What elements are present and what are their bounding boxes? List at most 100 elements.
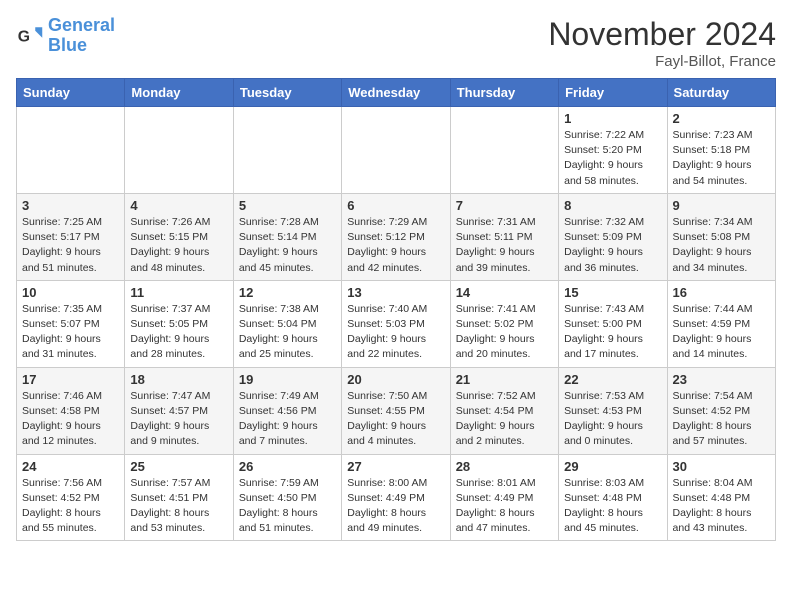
day-number: 23 [673, 372, 770, 387]
day-number: 16 [673, 285, 770, 300]
day-number: 13 [347, 285, 444, 300]
calendar-cell: 7Sunrise: 7:31 AM Sunset: 5:11 PM Daylig… [450, 193, 558, 280]
logo-icon: G [16, 22, 44, 50]
day-info: Sunrise: 7:57 AM Sunset: 4:51 PM Dayligh… [130, 476, 227, 537]
day-info: Sunrise: 7:38 AM Sunset: 5:04 PM Dayligh… [239, 302, 336, 363]
day-info: Sunrise: 7:56 AM Sunset: 4:52 PM Dayligh… [22, 476, 119, 537]
day-info: Sunrise: 7:26 AM Sunset: 5:15 PM Dayligh… [130, 215, 227, 276]
calendar-cell: 3 Sunrise: 7:25 AM Sunset: 5:17 PM Daylig… [17, 193, 125, 280]
day-number: 28 [456, 459, 553, 474]
calendar-cell: 29 Sunrise: 8:03 AM Sunset: 4:48 PM Dayli… [559, 454, 667, 541]
col-header-friday: Friday [559, 79, 667, 107]
col-header-thursday: Thursday [450, 79, 558, 107]
day-number: 8 [564, 198, 661, 213]
logo: G GeneralBlue [16, 16, 115, 56]
day-info: Sunrise: 8:01 AM Sunset: 4:49 PM Dayligh… [456, 476, 553, 537]
day-info: Sunrise: 7:50 AM Sunset: 4:55 PM Dayligh… [347, 389, 444, 450]
calendar-cell: 2 Sunrise: 7:23 AM Sunset: 5:18 PM Daylig… [667, 107, 775, 194]
day-info: Sunrise: 8:03 AM Sunset: 4:48 PM Dayligh… [564, 476, 661, 537]
day-info: Sunrise: 7:43 AM Sunset: 5:00 PM Dayligh… [564, 302, 661, 363]
calendar-week-1: 1 Sunrise: 7:22 AM Sunset: 5:20 PM Daylig… [17, 107, 776, 194]
day-number: 18 [130, 372, 227, 387]
day-number: 2 [673, 111, 770, 126]
day-number: 19 [239, 372, 336, 387]
header: G GeneralBlue November 2024 Fayl-Billot,… [16, 16, 776, 70]
calendar-cell: 6 Sunrise: 7:29 AM Sunset: 5:12 PM Daylig… [342, 193, 450, 280]
calendar-cell: 20 Sunrise: 7:50 AM Sunset: 4:55 PM Dayli… [342, 367, 450, 454]
calendar-table: SundayMondayTuesdayWednesdayThursdayFrid… [16, 78, 776, 541]
calendar-cell: 5 Sunrise: 7:28 AM Sunset: 5:14 PM Daylig… [233, 193, 341, 280]
day-info: Sunrise: 7:59 AM Sunset: 4:50 PM Dayligh… [239, 476, 336, 537]
col-header-sunday: Sunday [17, 79, 125, 107]
day-number: 17 [22, 372, 119, 387]
calendar-cell: 24 Sunrise: 7:56 AM Sunset: 4:52 PM Dayli… [17, 454, 125, 541]
col-header-saturday: Saturday [667, 79, 775, 107]
day-number: 5 [239, 198, 336, 213]
day-info: Sunrise: 7:29 AM Sunset: 5:12 PM Dayligh… [347, 215, 444, 276]
day-info: Sunrise: 7:52 AM Sunset: 4:54 PM Dayligh… [456, 389, 553, 450]
calendar-cell: 1 Sunrise: 7:22 AM Sunset: 5:20 PM Daylig… [559, 107, 667, 194]
calendar-cell: 22Sunrise: 7:53 AM Sunset: 4:53 PM Dayli… [559, 367, 667, 454]
day-info: Sunrise: 7:28 AM Sunset: 5:14 PM Dayligh… [239, 215, 336, 276]
day-info: Sunrise: 7:22 AM Sunset: 5:20 PM Dayligh… [564, 128, 661, 189]
calendar-cell: 13 Sunrise: 7:40 AM Sunset: 5:03 PM Dayli… [342, 280, 450, 367]
calendar-week-3: 10Sunrise: 7:35 AM Sunset: 5:07 PM Dayli… [17, 280, 776, 367]
calendar-cell: 25 Sunrise: 7:57 AM Sunset: 4:51 PM Dayli… [125, 454, 233, 541]
day-info: Sunrise: 7:34 AM Sunset: 5:08 PM Dayligh… [673, 215, 770, 276]
calendar-cell: 19 Sunrise: 7:49 AM Sunset: 4:56 PM Dayli… [233, 367, 341, 454]
calendar-cell: 17 Sunrise: 7:46 AM Sunset: 4:58 PM Dayli… [17, 367, 125, 454]
day-number: 15 [564, 285, 661, 300]
day-info: Sunrise: 7:23 AM Sunset: 5:18 PM Dayligh… [673, 128, 770, 189]
calendar-cell: 21 Sunrise: 7:52 AM Sunset: 4:54 PM Dayli… [450, 367, 558, 454]
day-number: 11 [130, 285, 227, 300]
day-number: 24 [22, 459, 119, 474]
calendar-cell [450, 107, 558, 194]
day-number: 7 [456, 198, 553, 213]
day-number: 21 [456, 372, 553, 387]
svg-text:G: G [18, 28, 30, 45]
calendar-week-5: 24 Sunrise: 7:56 AM Sunset: 4:52 PM Dayli… [17, 454, 776, 541]
calendar-cell: 4 Sunrise: 7:26 AM Sunset: 5:15 PM Daylig… [125, 193, 233, 280]
day-info: Sunrise: 8:00 AM Sunset: 4:49 PM Dayligh… [347, 476, 444, 537]
day-number: 27 [347, 459, 444, 474]
day-info: Sunrise: 7:32 AM Sunset: 5:09 PM Dayligh… [564, 215, 661, 276]
day-info: Sunrise: 7:44 AM Sunset: 4:59 PM Dayligh… [673, 302, 770, 363]
day-number: 29 [564, 459, 661, 474]
calendar-cell: 15 Sunrise: 7:43 AM Sunset: 5:00 PM Dayli… [559, 280, 667, 367]
day-info: Sunrise: 7:46 AM Sunset: 4:58 PM Dayligh… [22, 389, 119, 450]
day-info: Sunrise: 7:47 AM Sunset: 4:57 PM Dayligh… [130, 389, 227, 450]
day-info: Sunrise: 7:49 AM Sunset: 4:56 PM Dayligh… [239, 389, 336, 450]
col-header-wednesday: Wednesday [342, 79, 450, 107]
day-number: 14 [456, 285, 553, 300]
calendar-header-row: SundayMondayTuesdayWednesdayThursdayFrid… [17, 79, 776, 107]
location: Fayl-Billot, France [548, 53, 776, 70]
day-info: Sunrise: 7:25 AM Sunset: 5:17 PM Dayligh… [22, 215, 119, 276]
calendar-cell: 10Sunrise: 7:35 AM Sunset: 5:07 PM Dayli… [17, 280, 125, 367]
day-number: 12 [239, 285, 336, 300]
col-header-tuesday: Tuesday [233, 79, 341, 107]
day-number: 25 [130, 459, 227, 474]
calendar-cell: 28 Sunrise: 8:01 AM Sunset: 4:49 PM Dayli… [450, 454, 558, 541]
day-info: Sunrise: 7:54 AM Sunset: 4:52 PM Dayligh… [673, 389, 770, 450]
day-number: 4 [130, 198, 227, 213]
day-number: 1 [564, 111, 661, 126]
calendar-cell: 26 Sunrise: 7:59 AM Sunset: 4:50 PM Dayli… [233, 454, 341, 541]
calendar-cell: 23 Sunrise: 7:54 AM Sunset: 4:52 PM Dayli… [667, 367, 775, 454]
day-number: 3 [22, 198, 119, 213]
day-number: 6 [347, 198, 444, 213]
calendar-cell: 9Sunrise: 7:34 AM Sunset: 5:08 PM Daylig… [667, 193, 775, 280]
calendar-cell: 11 Sunrise: 7:37 AM Sunset: 5:05 PM Dayli… [125, 280, 233, 367]
calendar-cell: 16 Sunrise: 7:44 AM Sunset: 4:59 PM Dayli… [667, 280, 775, 367]
calendar-week-4: 17 Sunrise: 7:46 AM Sunset: 4:58 PM Dayli… [17, 367, 776, 454]
day-number: 30 [673, 459, 770, 474]
calendar-cell [342, 107, 450, 194]
calendar-cell: 18 Sunrise: 7:47 AM Sunset: 4:57 PM Dayli… [125, 367, 233, 454]
day-info: Sunrise: 7:40 AM Sunset: 5:03 PM Dayligh… [347, 302, 444, 363]
day-info: Sunrise: 7:37 AM Sunset: 5:05 PM Dayligh… [130, 302, 227, 363]
calendar-cell: 14Sunrise: 7:41 AM Sunset: 5:02 PM Dayli… [450, 280, 558, 367]
day-number: 20 [347, 372, 444, 387]
calendar-cell: 12 Sunrise: 7:38 AM Sunset: 5:04 PM Dayli… [233, 280, 341, 367]
day-number: 26 [239, 459, 336, 474]
calendar-cell: 8 Sunrise: 7:32 AM Sunset: 5:09 PM Daylig… [559, 193, 667, 280]
logo-text: GeneralBlue [48, 16, 115, 56]
